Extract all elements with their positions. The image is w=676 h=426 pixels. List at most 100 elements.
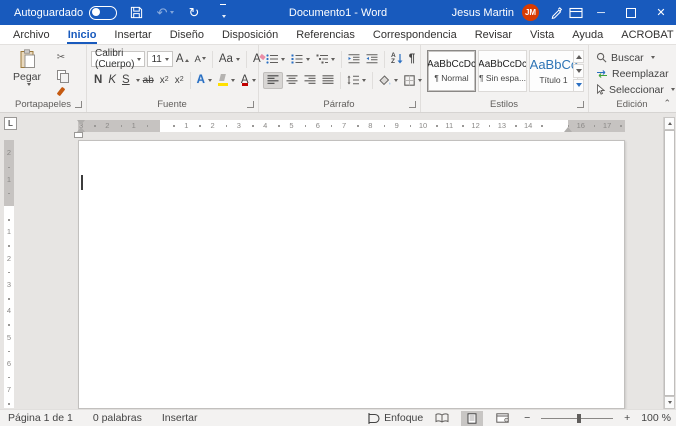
zoom-slider-thumb[interactable] bbox=[577, 414, 581, 423]
highlight-dropdown-icon[interactable] bbox=[231, 79, 235, 82]
tab-inicio[interactable]: Inicio bbox=[59, 25, 106, 44]
italic-button[interactable]: K bbox=[105, 72, 119, 89]
shading-button[interactable] bbox=[376, 72, 401, 89]
copy-button[interactable] bbox=[52, 67, 70, 82]
collapse-ribbon-button[interactable]: ⌃ bbox=[663, 98, 671, 109]
tab-disposicio-n[interactable]: Disposición bbox=[213, 25, 287, 44]
tab-ayuda[interactable]: Ayuda bbox=[563, 25, 612, 44]
justify-button[interactable] bbox=[319, 72, 337, 89]
decrease-indent-button[interactable] bbox=[345, 51, 363, 68]
text-effects-button[interactable]: A bbox=[194, 72, 215, 89]
text-effects-dropdown-icon[interactable] bbox=[208, 79, 212, 82]
scroll-up-button[interactable] bbox=[664, 117, 675, 130]
find-button[interactable]: Buscar bbox=[596, 51, 675, 64]
shading-dropdown-icon[interactable] bbox=[394, 79, 398, 82]
align-center-button[interactable] bbox=[283, 72, 301, 89]
paste-button[interactable]: Pegar bbox=[8, 49, 46, 99]
zoom-level[interactable]: 100 % bbox=[641, 412, 671, 424]
user-name[interactable]: Jesus Martin bbox=[452, 7, 514, 19]
horizontal-ruler[interactable]: 32112345678910111213141617 bbox=[78, 120, 625, 132]
tab-correspondencia[interactable]: Correspondencia bbox=[364, 25, 466, 44]
styles-scroll-down-button[interactable] bbox=[573, 64, 584, 77]
paragraph-dialog-launcher-icon[interactable] bbox=[409, 101, 416, 108]
autosave-toggle[interactable]: Autoguardado bbox=[14, 6, 117, 20]
cut-button[interactable]: ✂ bbox=[52, 50, 70, 65]
sort-button[interactable]: AZ bbox=[388, 51, 406, 68]
minimize-button[interactable]: ─ bbox=[586, 0, 616, 25]
numbering-dropdown-icon[interactable] bbox=[306, 58, 310, 61]
maximize-button[interactable] bbox=[616, 0, 646, 25]
line-spacing-dropdown-icon[interactable] bbox=[362, 79, 366, 82]
font-family-combo[interactable]: Calibri (Cuerpo) bbox=[91, 51, 145, 67]
highlight-button[interactable] bbox=[215, 72, 238, 89]
first-line-indent-marker[interactable] bbox=[77, 120, 85, 125]
shrink-font-button[interactable]: A bbox=[192, 51, 209, 68]
web-layout-view-button[interactable] bbox=[491, 411, 513, 426]
font-dialog-launcher-icon[interactable] bbox=[247, 101, 254, 108]
select-dropdown-icon[interactable] bbox=[671, 88, 675, 91]
format-painter-button[interactable] bbox=[52, 84, 70, 99]
change-case-button[interactable]: Aa bbox=[216, 51, 243, 68]
tab-stop-selector[interactable]: L bbox=[4, 117, 17, 130]
vertical-ruler[interactable]: 211234567 bbox=[4, 140, 14, 408]
bold-button[interactable]: N bbox=[91, 72, 105, 89]
save-button[interactable] bbox=[126, 3, 146, 23]
scroll-down-button[interactable] bbox=[664, 396, 675, 409]
tab-disen-o[interactable]: Diseño bbox=[161, 25, 213, 44]
close-button[interactable]: ✕ bbox=[646, 0, 676, 25]
font-color-dropdown-icon[interactable] bbox=[252, 79, 256, 82]
avatar[interactable]: JM bbox=[522, 4, 539, 21]
align-left-button[interactable] bbox=[263, 72, 283, 89]
align-right-button[interactable] bbox=[301, 72, 319, 89]
vertical-scrollbar[interactable] bbox=[663, 117, 675, 409]
increase-indent-button[interactable] bbox=[363, 51, 381, 68]
print-layout-view-button[interactable] bbox=[461, 411, 483, 426]
replace-button[interactable]: Reemplazar bbox=[596, 67, 675, 80]
ribbon-display-options-button[interactable] bbox=[566, 3, 586, 23]
style-card-normal[interactable]: AaBbCcDc¶ Normal bbox=[427, 50, 476, 92]
zoom-slider[interactable] bbox=[541, 411, 613, 426]
styles-gallery-more-button[interactable] bbox=[573, 79, 584, 92]
paste-dropdown-icon[interactable] bbox=[27, 83, 31, 86]
customize-qat-button[interactable] bbox=[213, 3, 233, 23]
redo-button[interactable]: ↻ bbox=[184, 3, 204, 23]
focus-mode-button[interactable]: Enfoque bbox=[367, 412, 423, 424]
multilevel-list-dropdown-icon[interactable] bbox=[331, 58, 335, 61]
multilevel-list-button[interactable] bbox=[313, 51, 338, 68]
scrollbar-thumb[interactable] bbox=[664, 130, 675, 396]
line-spacing-button[interactable] bbox=[344, 72, 369, 89]
select-button[interactable]: Seleccionar bbox=[596, 83, 675, 96]
superscript-button[interactable]: x2 bbox=[172, 72, 187, 89]
tab-vista[interactable]: Vista bbox=[521, 25, 563, 44]
style-card-sin-espa[interactable]: AaBbCcDc¶ Sin espa... bbox=[478, 50, 527, 92]
tab-archivo[interactable]: Archivo bbox=[4, 25, 59, 44]
styles-dialog-launcher-icon[interactable] bbox=[577, 101, 584, 108]
page-number-status[interactable]: Página 1 de 1 bbox=[8, 412, 73, 424]
style-card-ti-tulo-1[interactable]: AaBbCcTítulo 1 bbox=[529, 50, 578, 92]
word-count-status[interactable]: 0 palabras bbox=[93, 412, 142, 424]
show-marks-button[interactable]: ¶ bbox=[406, 51, 418, 68]
tab-revisar[interactable]: Revisar bbox=[466, 25, 521, 44]
autosave-switch-icon[interactable] bbox=[89, 6, 117, 20]
undo-dropdown-icon[interactable] bbox=[170, 11, 174, 14]
zoom-in-button[interactable]: + bbox=[621, 412, 633, 424]
styles-scroll-up-button[interactable] bbox=[573, 50, 584, 63]
tab-referencias[interactable]: Referencias bbox=[287, 25, 364, 44]
numbering-button[interactable] bbox=[288, 51, 313, 68]
insert-mode-status[interactable]: Insertar bbox=[162, 412, 198, 424]
left-indent-marker[interactable] bbox=[74, 132, 83, 138]
grow-font-button[interactable]: A bbox=[173, 51, 192, 68]
subscript-button[interactable]: x2 bbox=[157, 72, 172, 89]
font-size-combo[interactable]: 11 bbox=[147, 51, 172, 67]
read-mode-view-button[interactable] bbox=[431, 411, 453, 426]
find-dropdown-icon[interactable] bbox=[651, 56, 655, 59]
bullets-button[interactable] bbox=[263, 51, 288, 68]
underline-button[interactable]: S bbox=[119, 72, 133, 89]
font-color-button[interactable]: A bbox=[238, 72, 259, 89]
tab-insertar[interactable]: Insertar bbox=[105, 25, 160, 44]
clipboard-dialog-launcher-icon[interactable] bbox=[75, 101, 82, 108]
undo-button[interactable]: ↶ bbox=[155, 3, 175, 23]
strikethrough-button[interactable]: ab bbox=[140, 72, 157, 89]
draw-pen-button[interactable] bbox=[546, 3, 566, 23]
document-page[interactable] bbox=[78, 140, 625, 409]
